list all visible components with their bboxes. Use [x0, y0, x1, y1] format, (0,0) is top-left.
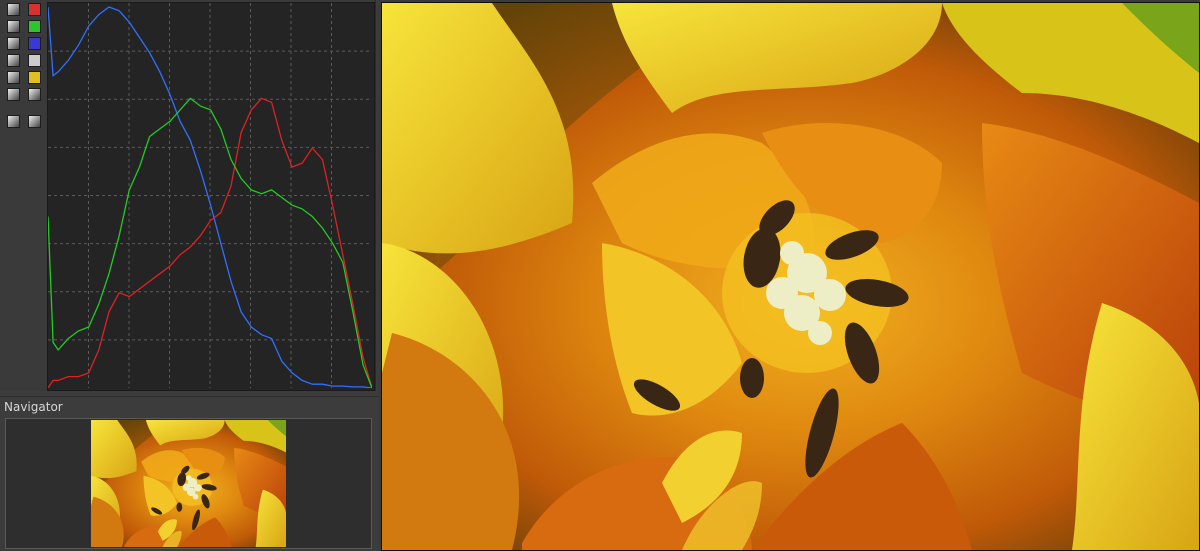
histogram-full-icon[interactable] — [7, 3, 20, 16]
gradient-icon[interactable] — [28, 88, 41, 101]
navigator-title: Navigator — [0, 396, 378, 416]
histogram-chart — [48, 3, 372, 388]
red-channel-toggle[interactable] — [28, 3, 41, 16]
navigator-thumbnail[interactable] — [91, 420, 286, 547]
histogram-plot — [47, 2, 375, 391]
bar-display-icon[interactable] — [28, 115, 41, 128]
chroma-icon[interactable] — [7, 37, 20, 50]
flower-photo — [382, 3, 1199, 550]
luminance-toggle[interactable] — [28, 54, 41, 67]
rgb-bar-icon[interactable] — [7, 20, 20, 33]
navigator-flower-image — [91, 420, 286, 547]
crosshair-icon[interactable] — [7, 88, 20, 101]
blue-channel-toggle[interactable] — [28, 37, 41, 50]
green-channel-toggle[interactable] — [28, 20, 41, 33]
chromaticity-toggle[interactable] — [28, 71, 41, 84]
histogram-panel — [0, 0, 376, 391]
histogram-toolbar — [3, 3, 45, 133]
expand-icon[interactable] — [7, 115, 20, 128]
navigator-panel[interactable] — [5, 418, 372, 549]
luminance-curve-icon[interactable] — [7, 54, 20, 67]
left-panel: Navigator — [0, 0, 378, 551]
main-image-view[interactable] — [381, 2, 1200, 551]
raw-histogram-icon[interactable] — [7, 71, 20, 84]
